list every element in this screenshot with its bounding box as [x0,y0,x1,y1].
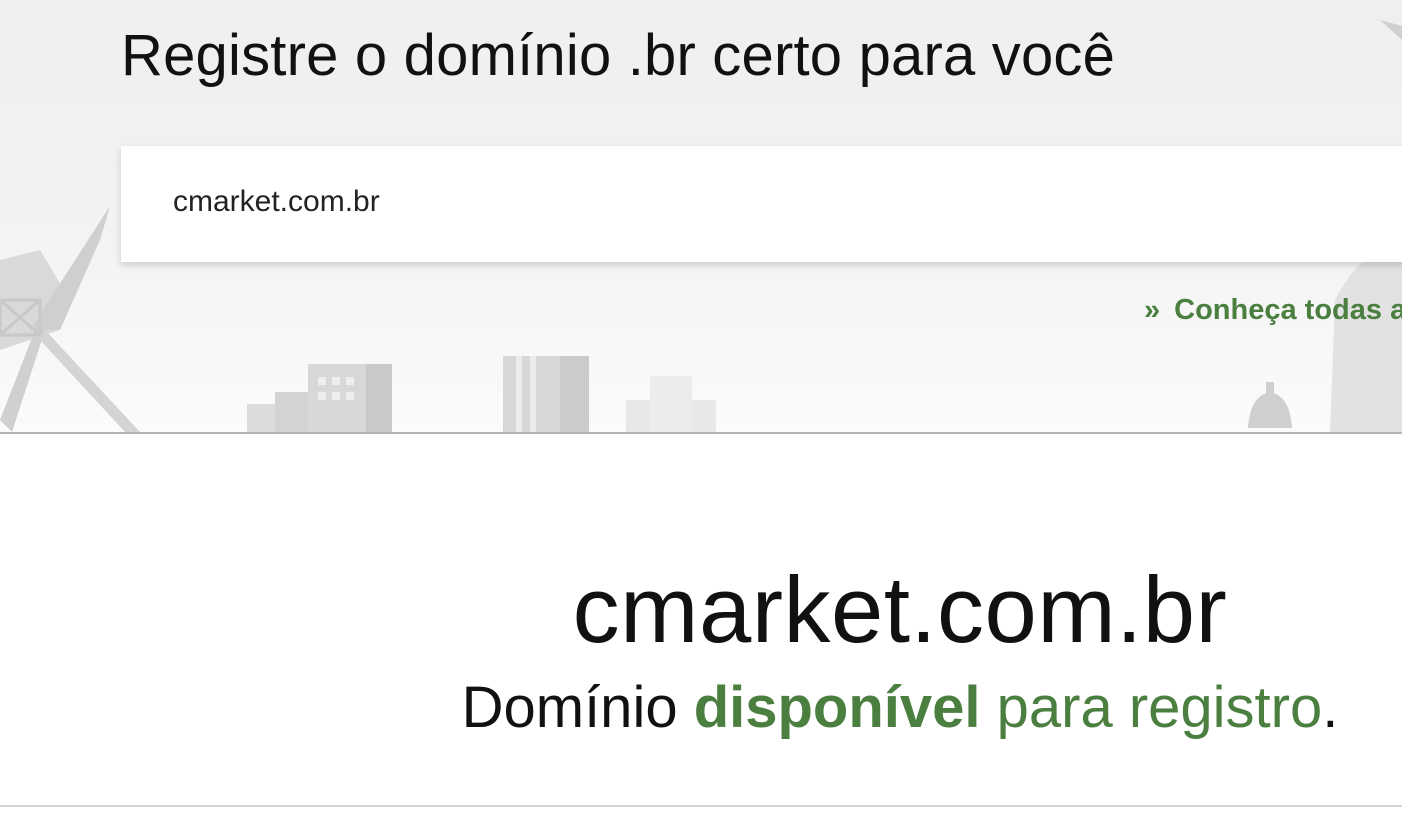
search-result-section: cmarket.com.br Domínio disponível para r… [0,434,1402,806]
status-available: disponível [693,675,981,740]
domain-search-input[interactable] [173,180,1173,224]
status-period: . [1322,675,1339,740]
status-prefix: Domínio [461,675,694,740]
hero-title: Registre o domínio .br certo para você [121,23,1116,88]
status-for-registration: para registro [980,675,1323,740]
hero-banner: Registre o domínio .br certo para você »… [0,0,1402,434]
conheca-todas-link[interactable]: » Conheça todas a [1144,294,1402,327]
result-domain-name: cmarket.com.br [572,557,1228,662]
result-status-message: Domínio disponível para registro. [0,674,1402,741]
conheca-todas-label: Conheça todas a [1174,294,1402,326]
double-chevron-right-icon: » [1144,294,1161,326]
domain-search-box [121,146,1402,262]
section-divider [0,805,1402,807]
